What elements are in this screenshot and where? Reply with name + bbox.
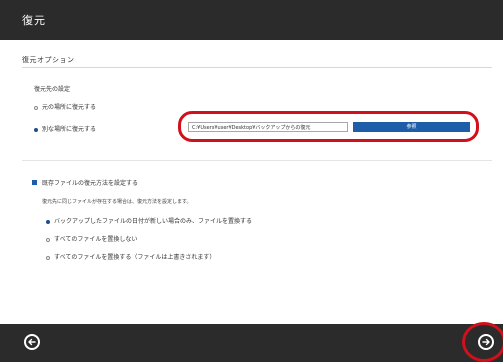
section-title: 復元オプション xyxy=(22,56,75,64)
radio-other-location[interactable]: 別な場所に復元する xyxy=(34,124,96,133)
window-title: 復元 xyxy=(22,14,46,27)
radio-replace-none-label: すべてのファイルを置換しない xyxy=(54,236,138,243)
radio-unselected-icon xyxy=(46,255,50,260)
radio-replace-newer-label: バックアップしたファイルの日付が新しい場合のみ、ファイルを置換する xyxy=(54,218,253,225)
restore-window: 復元 復元オプション 復元先の設定 元の場所に復元する 別な場所に復元する C:… xyxy=(0,0,503,362)
radio-replace-all-label: すべてのファイルを置換する（ファイルは上書きされます） xyxy=(54,254,216,261)
arrow-left-circle-icon[interactable] xyxy=(24,334,40,350)
radio-unselected-icon xyxy=(34,105,38,110)
radio-selected-icon xyxy=(34,127,38,132)
radio-unselected-icon xyxy=(46,237,50,242)
radio-replace-all[interactable]: すべてのファイルを置換する（ファイルは上書きされます） xyxy=(46,252,215,261)
existing-file-label: 既存ファイルの復元方法を設定する xyxy=(42,180,139,187)
existing-file-description: 復元先に同じファイルが存在する場合は、復元方法を設定します。 xyxy=(42,199,192,205)
divider xyxy=(22,160,492,161)
radio-original-location[interactable]: 元の場所に復元する xyxy=(34,102,96,111)
radio-replace-none[interactable]: すべてのファイルを置換しない xyxy=(46,234,137,243)
highlight-annotation xyxy=(178,111,479,142)
footer-bar xyxy=(0,324,503,362)
restore-options-panel: 復元オプション 復元先の設定 元の場所に復元する 別な場所に復元する C:¥Us… xyxy=(0,40,503,324)
title-bar: 復元 xyxy=(0,0,503,40)
radio-other-label: 別な場所に復元する xyxy=(42,126,97,133)
radio-replace-newer[interactable]: バックアップしたファイルの日付が新しい場合のみ、ファイルを置換する xyxy=(46,216,252,225)
radio-selected-icon xyxy=(46,219,50,224)
section-divider xyxy=(22,67,492,68)
destination-label: 復元先の設定 xyxy=(34,86,71,93)
radio-original-label: 元の場所に復元する xyxy=(42,104,97,111)
next-highlight-annotation xyxy=(462,322,503,362)
existing-file-checkbox[interactable] xyxy=(32,180,37,185)
